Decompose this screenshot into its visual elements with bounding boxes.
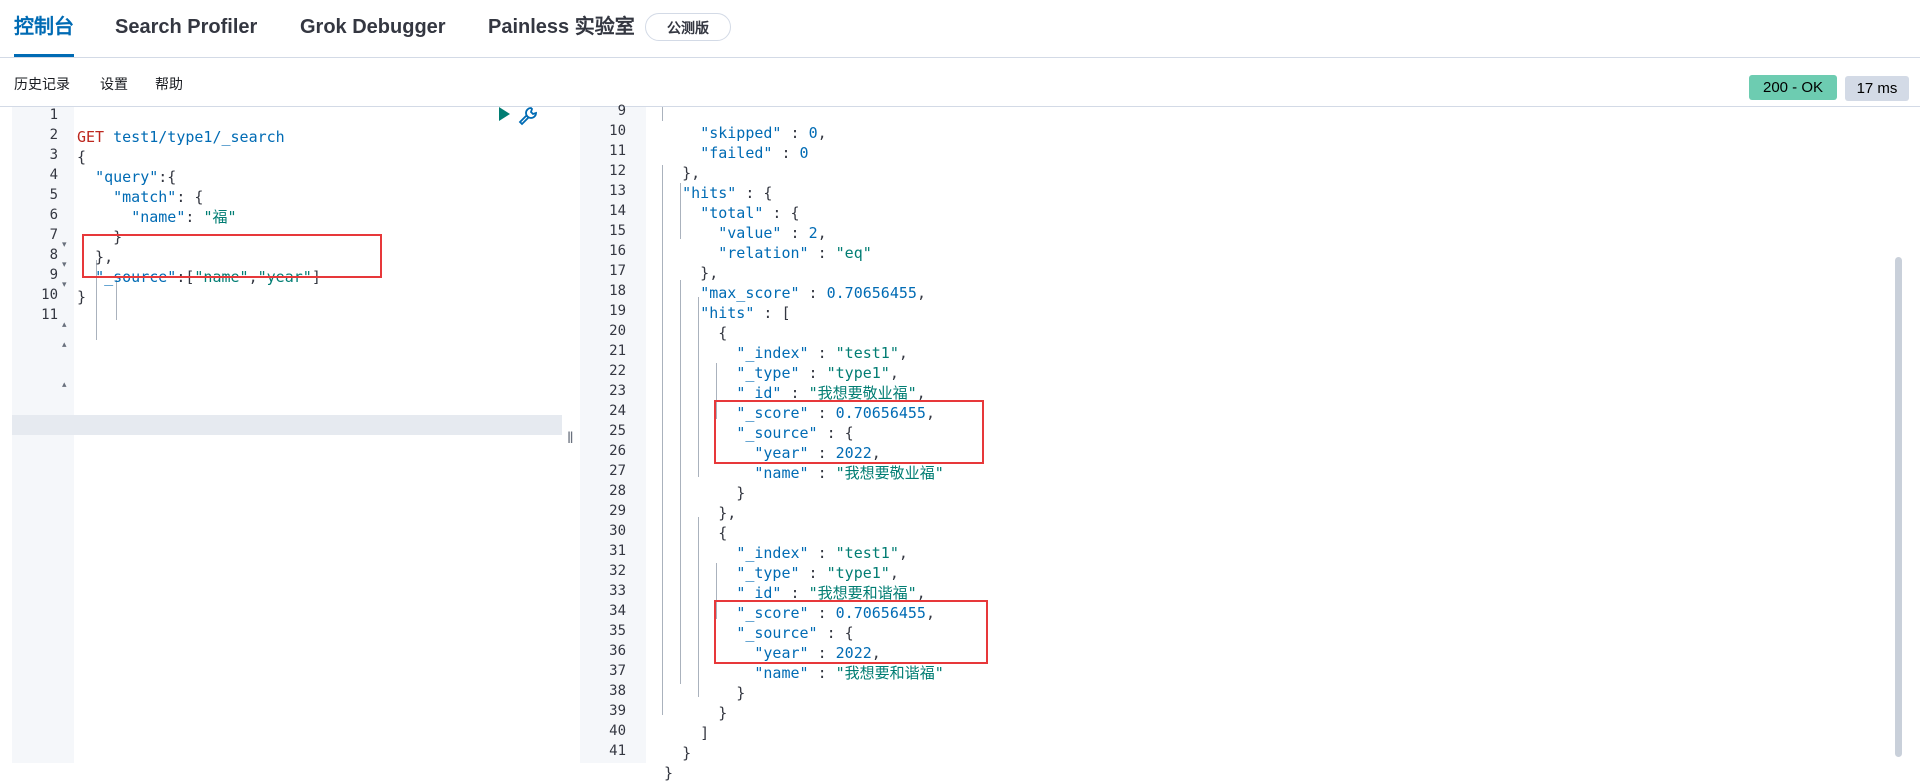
line-number: 21 bbox=[609, 343, 626, 359]
tab-painless-lab[interactable]: Painless 实验室 bbox=[488, 0, 635, 57]
line-number: 22 bbox=[609, 363, 626, 379]
line-number: 36 bbox=[609, 643, 626, 659]
line-number: 19 bbox=[609, 303, 626, 319]
console-menu-bar: 历史记录 设置 帮助 bbox=[0, 58, 1920, 107]
request-time-badge: 17 ms bbox=[1845, 76, 1909, 101]
highlight-box bbox=[82, 234, 382, 278]
line-number: 37 bbox=[609, 663, 626, 679]
line-number: 26 bbox=[609, 443, 626, 459]
unfold-icon[interactable]: ▴ bbox=[62, 379, 67, 390]
response-output: 9 10 11 12 13 14 15 16 17 18 19 20 21 22 23 24 25 26 27 28 2… bbox=[580, 103, 1920, 782]
play-icon[interactable] bbox=[495, 105, 513, 123]
line-number: 15 bbox=[609, 223, 626, 239]
status-badge: 200 - OK bbox=[1749, 75, 1837, 100]
line-number: 25 bbox=[609, 423, 626, 439]
line-number: 8 bbox=[49, 247, 58, 263]
line-number: 30 bbox=[609, 523, 626, 539]
line-number: 29 bbox=[609, 503, 626, 519]
line-number: 4 bbox=[49, 167, 58, 183]
line-number: 1 bbox=[49, 107, 58, 123]
request-editor[interactable]: 1 2 3 4 5 6 7 8 9 10 11 ▾ ▾ ▾ ▴ ▴ ▴ GET test1/type… bbox=[12, 107, 562, 763]
line-number: 16 bbox=[609, 243, 626, 259]
line-number: 31 bbox=[609, 543, 626, 559]
line-number: 40 bbox=[609, 723, 626, 739]
fold-icon[interactable]: ▾ bbox=[62, 279, 67, 290]
line-number: 6 bbox=[49, 207, 58, 223]
line-number: 7 bbox=[49, 227, 58, 243]
line-number: 11 bbox=[609, 143, 626, 159]
highlight-box bbox=[714, 400, 984, 464]
line-number: 32 bbox=[609, 563, 626, 579]
line-number: 20 bbox=[609, 323, 626, 339]
help-menu-item[interactable]: 帮助 bbox=[155, 74, 183, 94]
unfold-icon[interactable]: ▴ bbox=[62, 319, 67, 330]
highlight-box bbox=[714, 600, 988, 664]
tab-console[interactable]: 控制台 bbox=[14, 0, 74, 57]
settings-menu-item[interactable]: 设置 bbox=[100, 74, 128, 94]
line-number: 39 bbox=[609, 703, 626, 719]
line-number: 41 bbox=[609, 743, 626, 759]
line-number: 34 bbox=[609, 603, 626, 619]
line-number: 2 bbox=[49, 127, 58, 143]
line-number: 10 bbox=[609, 123, 626, 139]
app-tabs: 控制台 Search Profiler Grok Debugger Painle… bbox=[0, 0, 1920, 58]
line-number: 13 bbox=[609, 183, 626, 199]
line-number: 38 bbox=[609, 683, 626, 699]
line-number: 10 bbox=[41, 287, 58, 303]
scrollbar[interactable] bbox=[1895, 257, 1902, 757]
line-number: 14 bbox=[609, 203, 626, 219]
line-number: 3 bbox=[49, 147, 58, 163]
tab-grok-debugger[interactable]: Grok Debugger bbox=[300, 0, 446, 57]
line-number: 33 bbox=[609, 583, 626, 599]
line-number: 9 bbox=[617, 103, 626, 119]
beta-badge: 公测版 bbox=[645, 13, 731, 41]
line-number: 28 bbox=[609, 483, 626, 499]
line-number: 35 bbox=[609, 623, 626, 639]
active-line bbox=[12, 415, 562, 435]
line-number: 27 bbox=[609, 463, 626, 479]
request-method: GET bbox=[77, 128, 105, 146]
fold-icon[interactable]: ▾ bbox=[62, 239, 67, 250]
line-number: 24 bbox=[609, 403, 626, 419]
line-number: 11 bbox=[41, 307, 58, 323]
wrench-icon[interactable] bbox=[517, 105, 539, 127]
tab-search-profiler[interactable]: Search Profiler bbox=[115, 0, 257, 57]
line-number: 18 bbox=[609, 283, 626, 299]
line-number: 5 bbox=[49, 187, 58, 203]
history-menu-item[interactable]: 历史记录 bbox=[14, 74, 70, 94]
line-number: 12 bbox=[609, 163, 626, 179]
line-number: 23 bbox=[609, 383, 626, 399]
line-number: 17 bbox=[609, 263, 626, 279]
line-number: 9 bbox=[49, 267, 58, 283]
request-gutter bbox=[12, 107, 74, 763]
fold-icon[interactable]: ▾ bbox=[62, 259, 67, 270]
unfold-icon[interactable]: ▴ bbox=[62, 339, 67, 350]
request-path: test1/type1/_search bbox=[113, 128, 285, 146]
resize-handle-icon[interactable]: ‖ bbox=[567, 430, 574, 448]
